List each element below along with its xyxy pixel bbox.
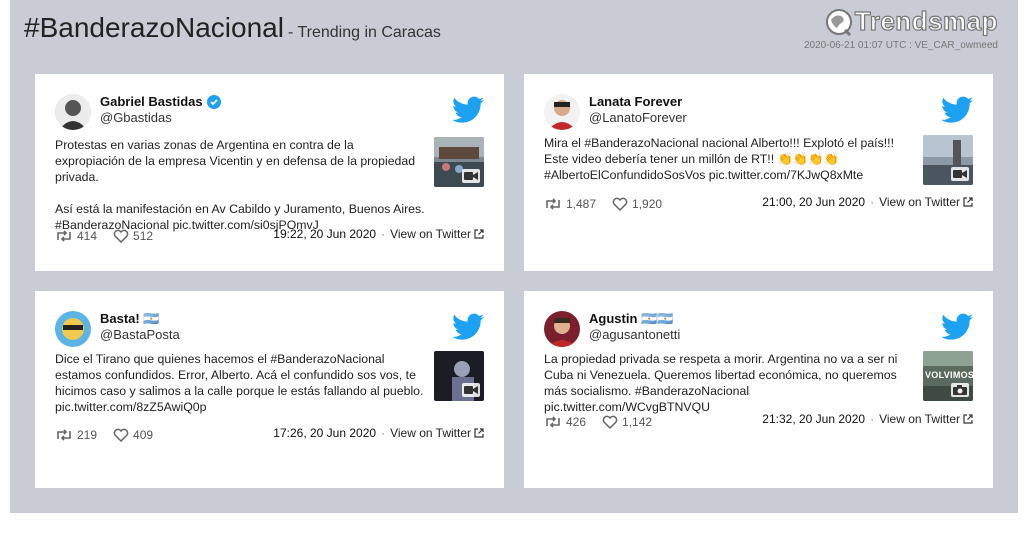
trending-subtitle: - Trending in Caracas xyxy=(287,24,441,41)
like-count: 409 xyxy=(133,428,154,442)
tweet-meta: 19:22, 20 Jun 2020 · View on Twitter xyxy=(273,227,484,241)
tweet-meta: 21:00, 20 Jun 2020 · View on Twitter xyxy=(762,195,973,209)
retweet-icon xyxy=(546,198,560,210)
tweet-text-paragraph: Dice el Tirano que quienes hacemos el #B… xyxy=(55,352,424,414)
twitter-bird-icon[interactable] xyxy=(941,96,973,124)
twitter-bird-icon[interactable] xyxy=(452,313,484,341)
tweet-card: Agustin 🇦🇷🇦🇷 @agusantonetti La propiedad… xyxy=(524,291,993,488)
author-name[interactable]: Gabriel Bastidas xyxy=(100,94,203,109)
heart-icon xyxy=(612,197,628,211)
thumb-overlay-text: VOLVIMOS xyxy=(925,370,973,380)
avatar[interactable] xyxy=(544,94,580,130)
like-stat[interactable]: 1,920 xyxy=(612,197,662,211)
tweet-stats: 426 1,142 xyxy=(544,415,668,429)
separator-dot: · xyxy=(381,227,386,241)
view-on-twitter-link[interactable]: View on Twitter xyxy=(879,195,973,209)
tweet-datetime[interactable]: 21:00, 20 Jun 2020 xyxy=(762,195,865,209)
heart-icon xyxy=(113,229,129,243)
tweet-meta: 17:26, 20 Jun 2020 · View on Twitter xyxy=(273,426,484,440)
tweet-datetime[interactable]: 17:26, 20 Jun 2020 xyxy=(273,426,376,440)
media-thumbnail[interactable] xyxy=(434,137,484,187)
tweet-card: Basta! 🇦🇷 @BastaPosta Dice el Tirano que… xyxy=(35,291,504,488)
twitter-bird-icon[interactable] xyxy=(452,96,484,124)
view-on-twitter-label: View on Twitter xyxy=(879,195,960,209)
avatar[interactable] xyxy=(55,94,91,130)
external-link-icon xyxy=(474,229,484,239)
retweet-stat[interactable]: 414 xyxy=(55,229,97,243)
author-handle[interactable]: @agusantonetti xyxy=(589,327,680,342)
like-stat[interactable]: 409 xyxy=(113,428,153,442)
retweet-count: 426 xyxy=(566,415,587,429)
verified-badge-icon xyxy=(206,94,221,109)
tweet-text: Mira el #BanderazoNacional nacional Albe… xyxy=(544,135,914,183)
video-camera-icon xyxy=(462,383,480,397)
video-camera-icon xyxy=(951,167,969,181)
tweet-stats: 1,487 1,920 xyxy=(544,197,678,211)
separator-dot: · xyxy=(381,426,386,440)
hashtag-title: #BanderazoNacional xyxy=(24,12,284,43)
retweet-count: 414 xyxy=(77,229,98,243)
retweet-stat[interactable]: 426 xyxy=(544,415,586,429)
like-stat[interactable]: 1,142 xyxy=(602,415,652,429)
tweet-text: Dice el Tirano que quienes hacemos el #B… xyxy=(55,351,425,415)
separator-dot: · xyxy=(870,412,875,426)
photo-camera-icon xyxy=(951,383,969,397)
retweet-count: 1,487 xyxy=(566,197,597,211)
avatar[interactable] xyxy=(544,311,580,347)
like-count: 1,920 xyxy=(632,197,663,211)
retweet-icon xyxy=(57,429,71,441)
tweet-text: Protestas en varias zonas de Argentina e… xyxy=(55,137,425,233)
video-camera-icon xyxy=(462,169,480,183)
retweet-icon xyxy=(57,230,71,242)
heart-icon xyxy=(602,415,618,429)
view-on-twitter-link[interactable]: View on Twitter xyxy=(390,426,484,440)
trendsmap-logo[interactable]: Trendsmap xyxy=(825,5,998,37)
heart-icon xyxy=(113,428,129,442)
author-handle[interactable]: @BastaPosta xyxy=(100,327,180,342)
like-stat[interactable]: 512 xyxy=(113,229,153,243)
media-thumbnail[interactable]: VOLVIMOS xyxy=(923,351,973,401)
twitter-bird-icon[interactable] xyxy=(941,313,973,341)
tweet-text: La propiedad privada se respeta a morir.… xyxy=(544,351,914,415)
tweet-stats: 414 512 xyxy=(55,229,169,243)
avatar[interactable] xyxy=(55,311,91,347)
retweet-count: 219 xyxy=(77,428,98,442)
view-on-twitter-label: View on Twitter xyxy=(390,227,471,241)
external-link-icon xyxy=(474,428,484,438)
tweet-meta: 21:32, 20 Jun 2020 · View on Twitter xyxy=(762,412,973,426)
view-on-twitter-label: View on Twitter xyxy=(390,426,471,440)
retweet-stat[interactable]: 219 xyxy=(55,428,97,442)
author-name[interactable]: Agustin 🇦🇷🇦🇷 xyxy=(589,311,673,327)
retweet-stat[interactable]: 1,487 xyxy=(544,197,596,211)
author-handle[interactable]: @LanatoForever xyxy=(589,110,687,125)
tweet-text-paragraph: Protestas en varias zonas de Argentina e… xyxy=(55,138,416,184)
tweet-datetime[interactable]: 19:22, 20 Jun 2020 xyxy=(273,227,376,241)
media-thumbnail[interactable] xyxy=(434,351,484,401)
tweet-card: Gabriel Bastidas @Gbastidas Protestas en… xyxy=(35,74,504,271)
retweet-icon xyxy=(546,416,560,428)
timestamp: 2020-06-21 01:07 UTC : VE_CAR_owmeed xyxy=(804,40,998,51)
like-count: 1,142 xyxy=(622,415,653,429)
view-on-twitter-link[interactable]: View on Twitter xyxy=(879,412,973,426)
author-name[interactable]: Basta! 🇦🇷 xyxy=(100,311,160,327)
separator-dot: · xyxy=(870,195,875,209)
external-link-icon xyxy=(963,197,973,207)
tweet-text-paragraph: Mira el #BanderazoNacional nacional Albe… xyxy=(544,136,894,182)
page-title: #BanderazoNacional - Trending in Caracas xyxy=(24,12,441,44)
tweet-card: Lanata Forever @LanatoForever Mira el #B… xyxy=(524,74,993,271)
view-on-twitter-link[interactable]: View on Twitter xyxy=(390,227,484,241)
tweet-text-paragraph: La propiedad privada se respeta a morir.… xyxy=(544,352,898,414)
trendsmap-globe-icon xyxy=(825,8,852,36)
view-on-twitter-label: View on Twitter xyxy=(879,412,960,426)
external-link-icon xyxy=(963,414,973,424)
like-count: 512 xyxy=(133,229,154,243)
media-thumbnail[interactable] xyxy=(923,135,973,185)
author-name[interactable]: Lanata Forever xyxy=(589,94,682,109)
tweet-stats: 219 409 xyxy=(55,428,169,442)
tweet-datetime[interactable]: 21:32, 20 Jun 2020 xyxy=(762,412,865,426)
author-handle[interactable]: @Gbastidas xyxy=(100,110,172,125)
logo-text: Trendsmap xyxy=(854,5,998,36)
